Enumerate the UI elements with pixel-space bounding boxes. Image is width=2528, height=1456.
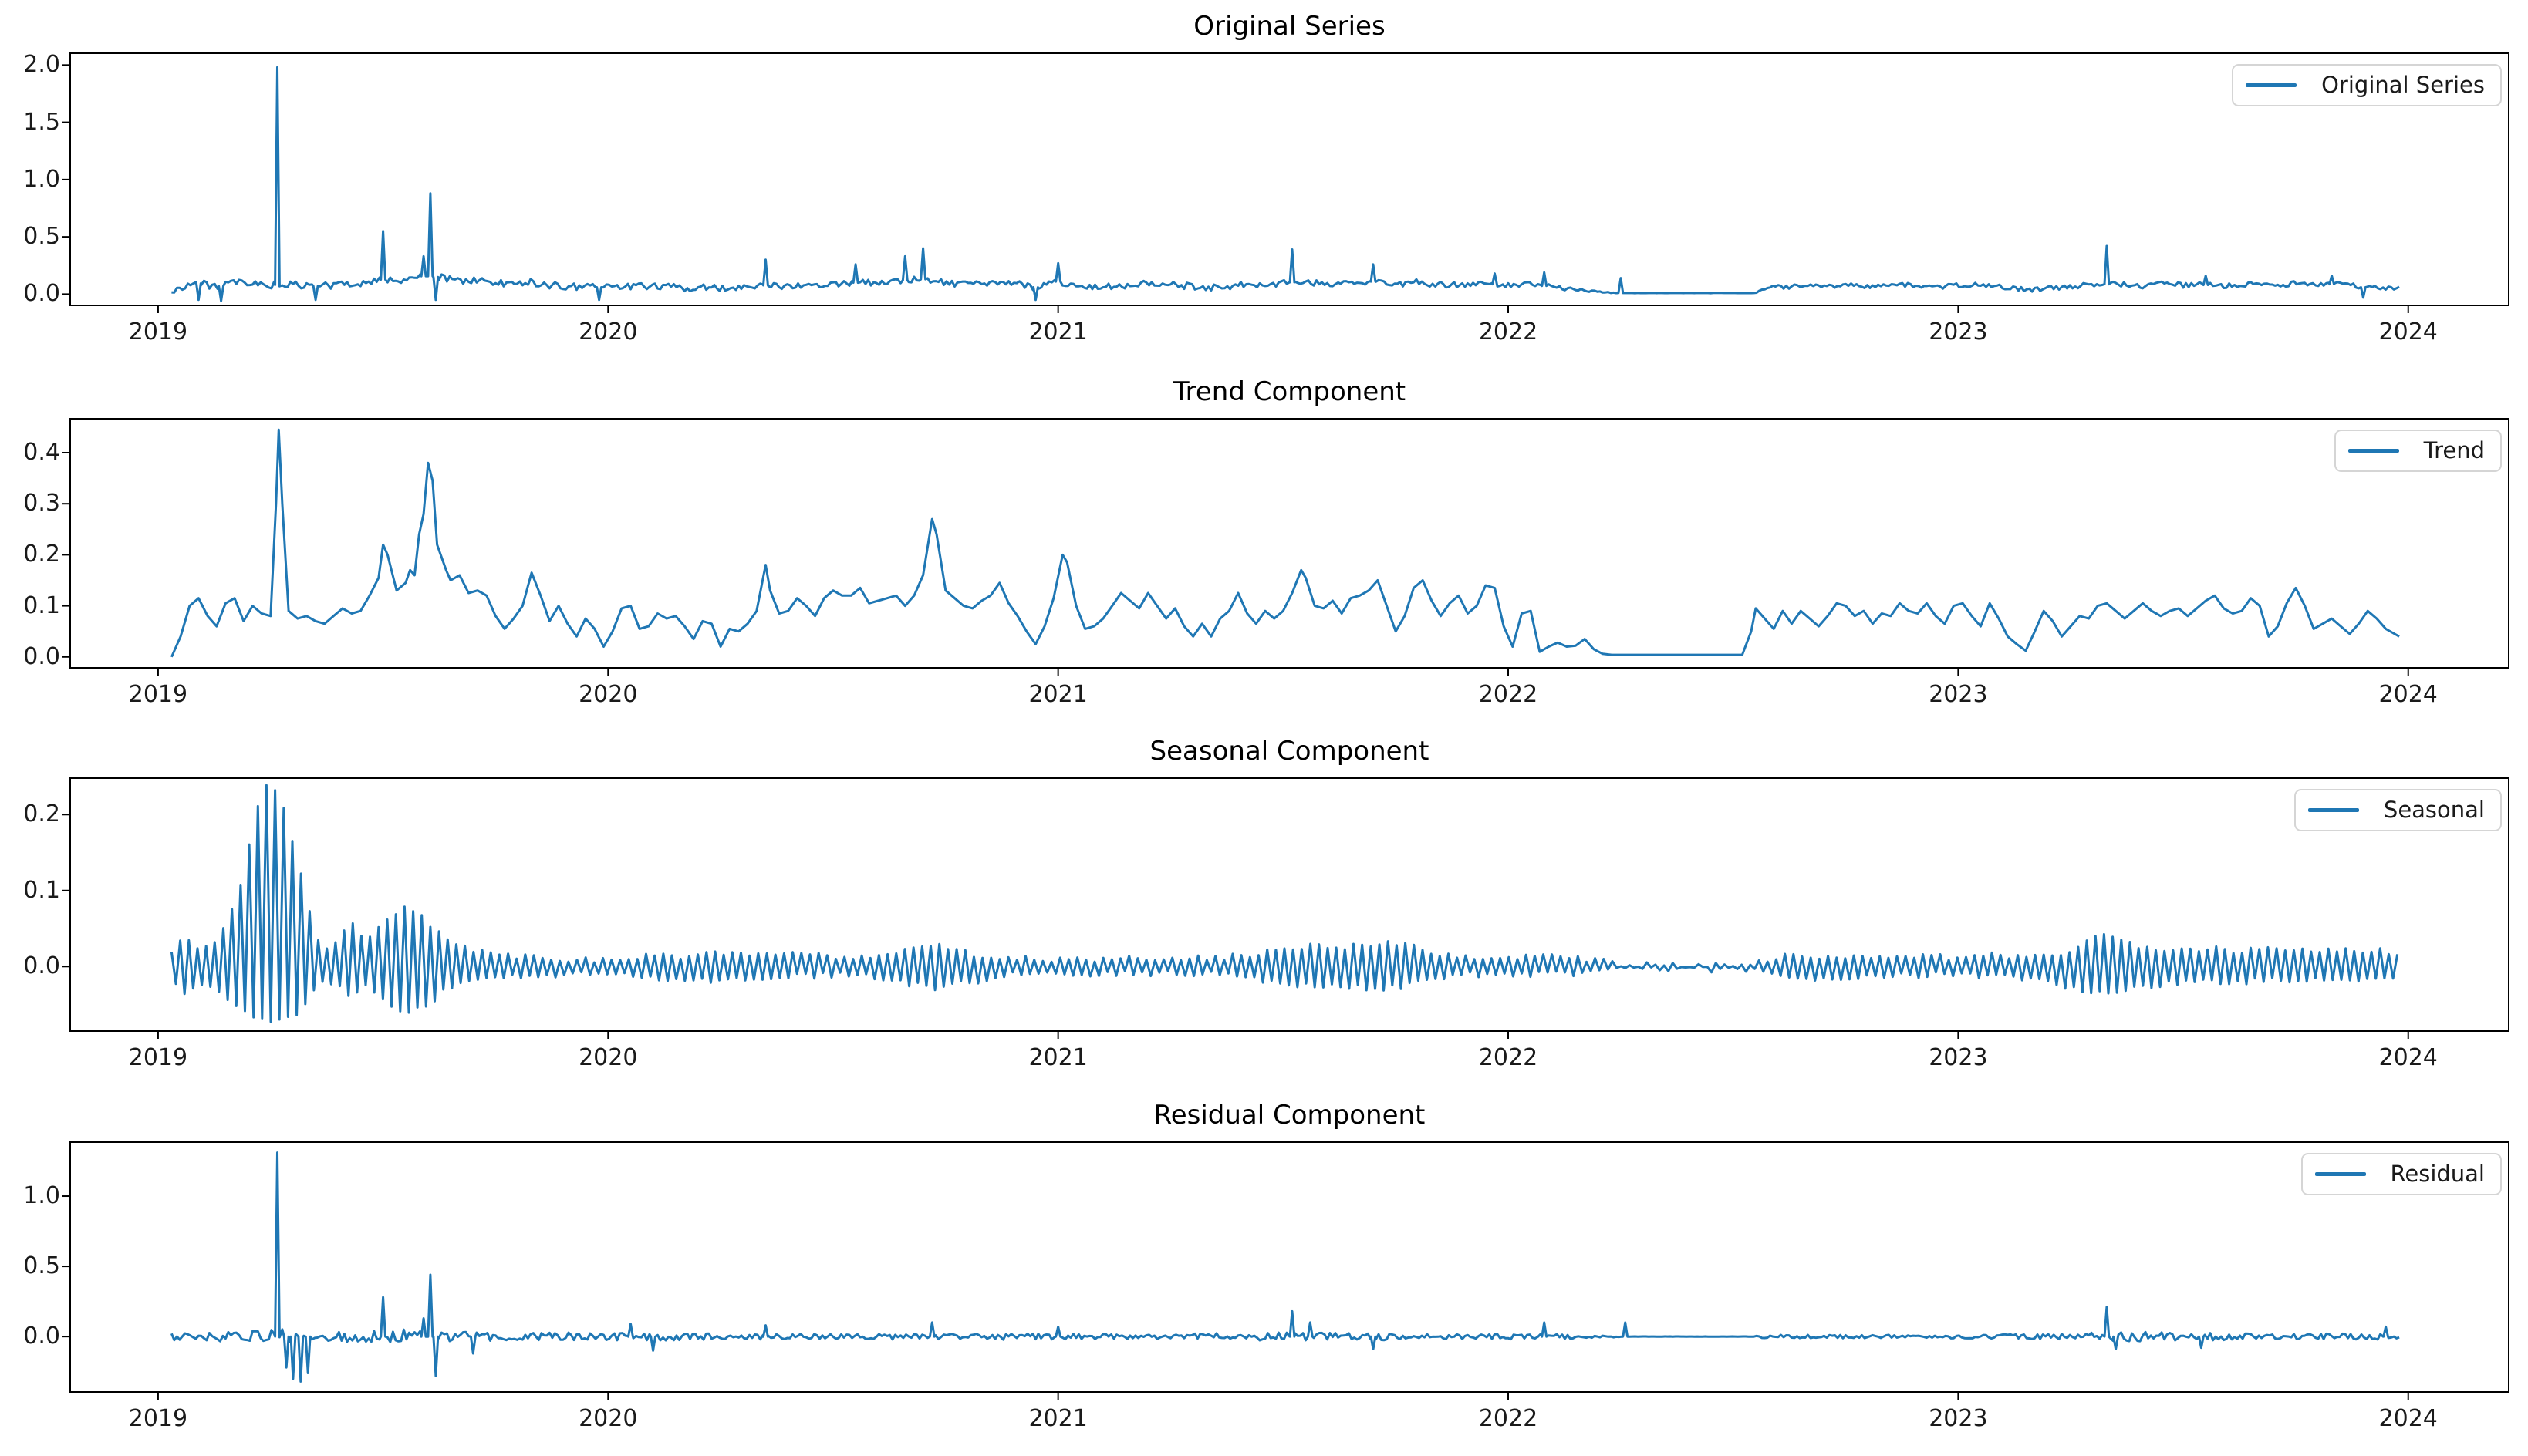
x-tick-label: 2020 (554, 1405, 662, 1432)
x-tick-label: 2022 (1454, 1405, 1562, 1432)
x-tick-label: 2024 (2354, 681, 2462, 708)
x-tick-label: 2020 (554, 318, 662, 345)
legend-line-sample (2246, 83, 2297, 87)
y-tick-label: 0.5 (0, 224, 60, 250)
legend-trend: Trend (2334, 430, 2502, 472)
x-tick-label: 2024 (2354, 1044, 2462, 1071)
x-tick-label: 2021 (1004, 1405, 1112, 1432)
x-tick-label: 2019 (104, 1405, 212, 1432)
subplot-title: Original Series (69, 12, 2509, 40)
x-tick-label: 2019 (104, 1044, 212, 1071)
x-tick-label: 2021 (1004, 318, 1112, 345)
y-tick-label: 0.1 (0, 593, 60, 619)
original-series-plot-canvas (69, 52, 2509, 306)
x-tick-label: 2019 (104, 318, 212, 345)
y-tick-label: 0.0 (0, 1323, 60, 1350)
x-tick-label: 2022 (1454, 318, 1562, 345)
y-tick-label: 0.2 (0, 801, 60, 827)
subplot-title: Trend Component (69, 378, 2509, 406)
legend-line-sample (2308, 808, 2359, 812)
y-tick-label: 0.0 (0, 644, 60, 670)
y-tick-label: 0.4 (0, 440, 60, 466)
legend-label: Seasonal (2384, 797, 2485, 823)
legend-line-sample (2348, 449, 2399, 453)
legend-residual: Residual (2301, 1153, 2502, 1195)
y-tick-label: 0.2 (0, 541, 60, 568)
legend-original-series: Original Series (2232, 64, 2502, 106)
legend-line-sample (2315, 1172, 2366, 1176)
series-line (171, 67, 2399, 301)
x-tick-label: 2022 (1454, 1044, 1562, 1071)
seasonal-plot-canvas (69, 777, 2509, 1032)
y-tick-label: 0.5 (0, 1253, 60, 1279)
x-tick-label: 2023 (1904, 318, 2012, 345)
x-tick-label: 2023 (1904, 681, 2012, 708)
series-line (171, 430, 2399, 657)
axes-spines (70, 53, 2509, 305)
series-line (171, 1153, 2399, 1382)
y-tick-label: 1.0 (0, 1183, 60, 1209)
x-tick-label: 2020 (554, 681, 662, 708)
y-tick-label: 1.0 (0, 167, 60, 193)
y-tick-label: 0.0 (0, 281, 60, 307)
x-tick-label: 2024 (2354, 318, 2462, 345)
x-tick-label: 2021 (1004, 1044, 1112, 1071)
x-tick-label: 2024 (2354, 1405, 2462, 1432)
x-tick-label: 2023 (1904, 1044, 2012, 1071)
y-tick-label: 0.0 (0, 953, 60, 979)
series-line (171, 785, 2397, 1022)
decomposition-figure: Original Series Original Series Trend Co… (0, 0, 2528, 1456)
legend-seasonal: Seasonal (2294, 789, 2502, 831)
y-tick-label: 0.1 (0, 878, 60, 904)
y-tick-label: 2.0 (0, 52, 60, 78)
subplot-title: Seasonal Component (69, 737, 2509, 765)
legend-label: Original Series (2321, 72, 2485, 98)
subplot-title: Residual Component (69, 1101, 2509, 1129)
x-tick-label: 2019 (104, 681, 212, 708)
y-tick-label: 0.3 (0, 490, 60, 517)
x-tick-label: 2020 (554, 1044, 662, 1071)
trend-plot-canvas (69, 418, 2509, 669)
residual-plot-canvas (69, 1141, 2509, 1393)
x-tick-label: 2022 (1454, 681, 1562, 708)
x-tick-label: 2023 (1904, 1405, 2012, 1432)
y-tick-label: 1.5 (0, 110, 60, 136)
legend-label: Trend (2424, 438, 2485, 463)
x-tick-label: 2021 (1004, 681, 1112, 708)
legend-label: Residual (2391, 1161, 2485, 1187)
